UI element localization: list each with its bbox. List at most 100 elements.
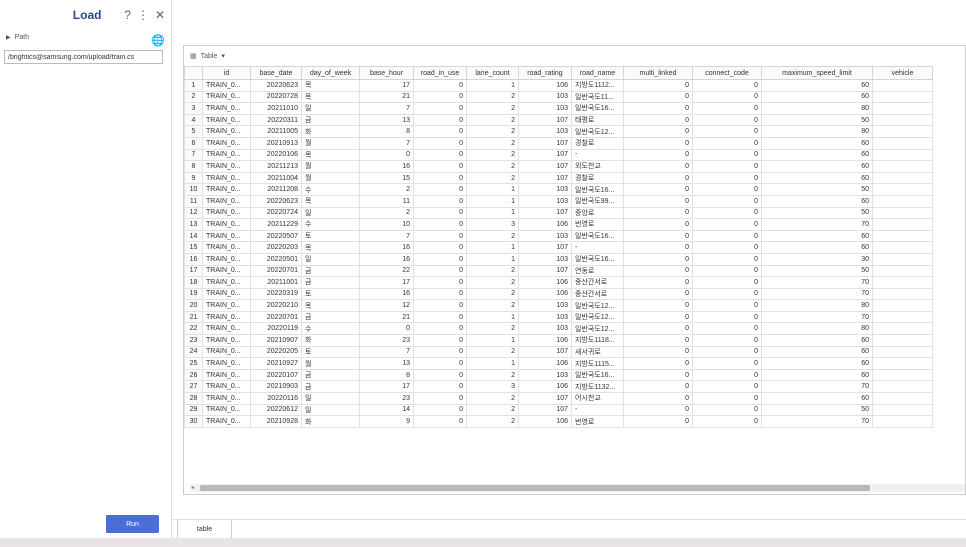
table-cell[interactable]: 0: [413, 206, 467, 220]
table-cell[interactable]: TRAIN_0...: [202, 322, 251, 336]
tab-table[interactable]: table: [177, 520, 232, 539]
table-cell[interactable]: 16: [359, 252, 414, 266]
table-cell[interactable]: 103: [518, 125, 572, 138]
table-cell[interactable]: 107: [518, 241, 572, 254]
table-cell[interactable]: 103: [518, 194, 572, 208]
table-cell[interactable]: 107: [518, 392, 572, 405]
table-cell[interactable]: 7: [359, 229, 414, 243]
table-cell[interactable]: 0: [413, 276, 467, 289]
table-cell[interactable]: [872, 125, 933, 138]
table-cell[interactable]: 20220210: [250, 299, 302, 312]
expand-triangle-icon[interactable]: ▶: [6, 34, 11, 41]
table-row[interactable]: 2 TRAIN_0... 20220728 목 21 0 2 103 일반국도11... 0 0 60: [184, 90, 933, 104]
table-cell[interactable]: 0: [692, 125, 762, 138]
table-cell[interactable]: 29: [184, 403, 203, 417]
table-cell[interactable]: 11: [359, 194, 414, 208]
table-cell[interactable]: TRAIN_0...: [202, 218, 251, 231]
table-cell[interactable]: 50: [761, 403, 873, 417]
table-cell[interactable]: 0: [623, 102, 693, 115]
table-cell[interactable]: 토: [301, 287, 360, 301]
table-cell[interactable]: 2: [466, 322, 519, 336]
table-cell[interactable]: 30: [184, 415, 203, 428]
table-cell[interactable]: 106: [518, 334, 572, 347]
table-cell[interactable]: 23: [359, 392, 414, 405]
column-header[interactable]: base_date: [250, 66, 302, 80]
table-cell[interactable]: 23: [359, 334, 414, 347]
table-cell[interactable]: 20210907: [250, 334, 302, 347]
table-cell[interactable]: TRAIN_0...: [202, 79, 251, 92]
table-row[interactable]: 1 TRAIN_0... 20220623 목 17 0 1 106 지방도1112... 0 0 6…: [184, 79, 933, 92]
table-row[interactable]: 29 TRAIN_0... 20220612 일 14 0 2 107-0 0 50: [184, 403, 933, 417]
table-cell[interactable]: 10: [359, 218, 414, 231]
table-cell[interactable]: 20211010: [250, 102, 302, 115]
table-cell[interactable]: TRAIN_0...: [202, 136, 251, 150]
table-cell[interactable]: 목: [301, 79, 360, 92]
table-cell[interactable]: 2: [466, 287, 519, 301]
table-cell[interactable]: 2: [466, 136, 519, 150]
table-cell[interactable]: 60: [761, 194, 873, 208]
table-cell[interactable]: 106: [518, 276, 572, 289]
table-cell[interactable]: 0: [623, 183, 693, 196]
table-cell[interactable]: TRAIN_0...: [202, 276, 251, 289]
table-cell[interactable]: 2: [466, 299, 519, 312]
table-cell[interactable]: 0: [413, 392, 467, 405]
table-cell[interactable]: 0: [623, 334, 693, 347]
table-row[interactable]: 4 TRAIN_0... 20220311 금 13 0 2 107 태평로 0 0 50: [184, 113, 933, 127]
table-cell[interactable]: 0: [692, 229, 762, 243]
table-cell[interactable]: 0: [413, 171, 467, 185]
table-cell[interactable]: 2: [466, 113, 519, 127]
globe-icon[interactable]: 🌐: [151, 34, 165, 47]
table-cell[interactable]: 3: [466, 380, 519, 394]
table-cell[interactable]: 0: [623, 90, 693, 104]
table-cell[interactable]: 목: [301, 299, 360, 312]
table-cell[interactable]: [872, 380, 933, 394]
table-cell[interactable]: 80: [761, 322, 873, 336]
table-cell[interactable]: 20211213: [250, 160, 302, 173]
table-cell[interactable]: 107: [518, 113, 572, 127]
column-header[interactable]: id: [202, 66, 251, 80]
table-cell[interactable]: 연동로: [571, 264, 624, 278]
table-cell[interactable]: [872, 113, 933, 127]
table-row[interactable]: 27 TRAIN_0... 20210903 금 17 0 3 106 지방도1132... 0 0…: [184, 380, 933, 394]
table-cell[interactable]: 0: [692, 310, 762, 324]
table-cell[interactable]: 0: [623, 322, 693, 336]
table-cell[interactable]: 0: [623, 310, 693, 324]
table-cell[interactable]: TRAIN_0...: [202, 310, 251, 324]
table-cell[interactable]: 0: [692, 160, 762, 173]
table-cell[interactable]: 0: [623, 79, 693, 92]
table-cell[interactable]: 20220311: [250, 113, 302, 127]
table-cell[interactable]: 월: [301, 171, 360, 185]
table-cell[interactable]: 70: [761, 380, 873, 394]
table-cell[interactable]: 5: [184, 125, 203, 138]
table-cell[interactable]: 12: [184, 206, 203, 220]
table-cell[interactable]: 0: [413, 113, 467, 127]
table-cell[interactable]: 19: [184, 287, 203, 301]
table-cell[interactable]: 22: [184, 322, 203, 336]
table-cell[interactable]: 외도천교: [571, 160, 624, 173]
table-cell[interactable]: 60: [761, 241, 873, 254]
table-cell[interactable]: TRAIN_0...: [202, 357, 251, 370]
table-cell[interactable]: 106: [518, 218, 572, 231]
table-cell[interactable]: 2: [359, 183, 414, 196]
table-cell[interactable]: 2: [466, 264, 519, 278]
table-cell[interactable]: 13: [184, 218, 203, 231]
table-cell[interactable]: 1: [466, 183, 519, 196]
table-cell[interactable]: 70: [761, 218, 873, 231]
table-cell[interactable]: 0: [623, 287, 693, 301]
table-cell[interactable]: 106: [518, 380, 572, 394]
table-cell[interactable]: 0: [692, 287, 762, 301]
table-cell[interactable]: 0: [413, 368, 467, 382]
table-cell[interactable]: 수: [301, 218, 360, 231]
table-cell[interactable]: 20220612: [250, 403, 302, 417]
table-cell[interactable]: 8: [184, 160, 203, 173]
table-cell[interactable]: 15: [359, 171, 414, 185]
column-header[interactable]: multi_linked: [623, 66, 693, 80]
table-cell[interactable]: 월: [301, 160, 360, 173]
table-cell[interactable]: 103: [518, 90, 572, 104]
table-row[interactable]: 10 TRAIN_0... 20211208 수 2 0 1 103 일반국도16... 0 0 50: [184, 183, 933, 196]
scroll-left-icon[interactable]: ◂: [191, 484, 194, 491]
table-cell[interactable]: 0: [692, 345, 762, 359]
table-cell[interactable]: 일반국도16...: [571, 368, 624, 382]
table-cell[interactable]: 17: [359, 276, 414, 289]
table-cell[interactable]: 107: [518, 206, 572, 220]
